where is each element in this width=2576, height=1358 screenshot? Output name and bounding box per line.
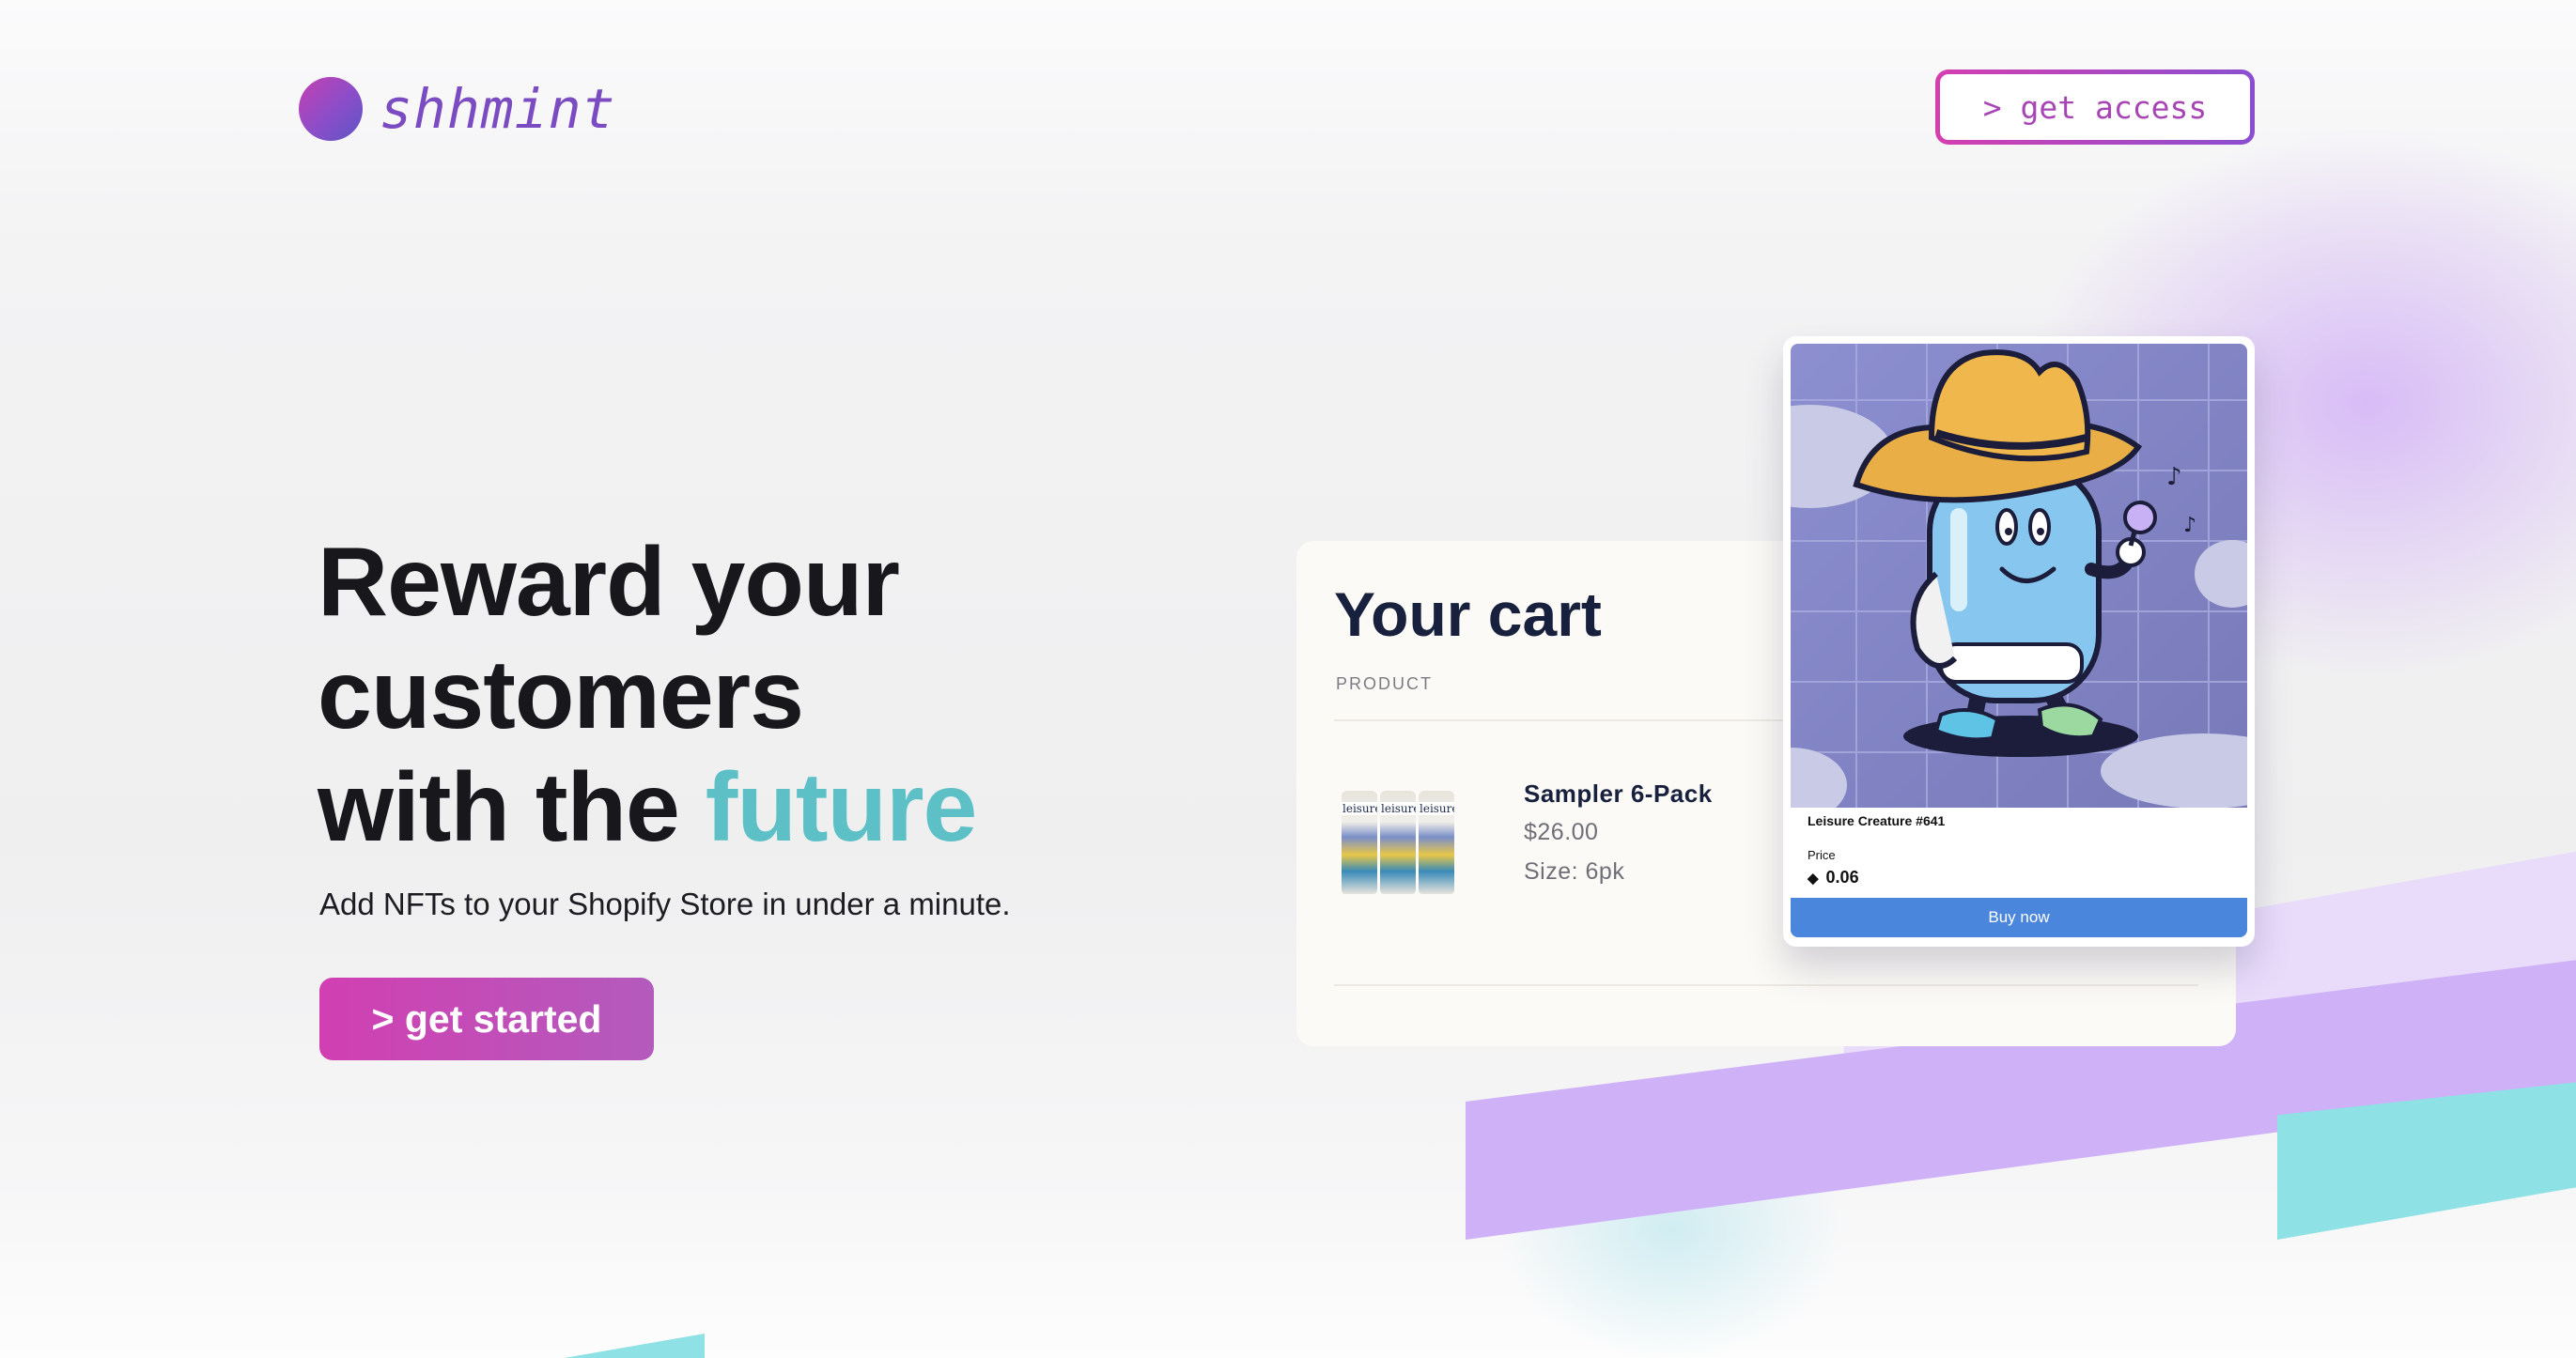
brand-name: shhmint bbox=[380, 77, 616, 141]
cart-item-size: Size: 6pk bbox=[1524, 858, 1625, 885]
cowboy-can-character-image: ♪ ♪ bbox=[1791, 344, 2247, 808]
can-icon bbox=[1380, 791, 1416, 894]
cart-item-name[interactable]: Sampler 6-Pack bbox=[1524, 779, 1713, 809]
hero-subtitle: Add NFTs to your Shopify Store in under … bbox=[319, 887, 1011, 921]
cart-column-header: PRODUCT bbox=[1336, 674, 1433, 693]
brand-logo[interactable]: shhmint bbox=[299, 77, 615, 141]
beer-cans-image bbox=[1342, 791, 1454, 894]
hero-title: Reward your customers with the future bbox=[318, 526, 978, 864]
svg-text:♪: ♪ bbox=[2166, 463, 2182, 491]
nft-price-value: 0.06 bbox=[1825, 868, 1859, 887]
can-icon bbox=[1342, 791, 1377, 894]
ethereum-icon: ◆ bbox=[1808, 870, 1819, 887]
cart-item-price: $26.00 bbox=[1524, 819, 1599, 845]
hero-title-line1: Reward your bbox=[318, 528, 900, 637]
buy-now-button[interactable]: Buy now bbox=[1791, 898, 2247, 937]
nft-name: Leisure Creature #641 bbox=[1808, 813, 1946, 828]
divider bbox=[1334, 984, 2198, 986]
hero-title-accent: future bbox=[705, 753, 978, 862]
hero-title-line3: with the bbox=[318, 753, 706, 862]
get-started-button[interactable]: > get started bbox=[319, 978, 654, 1060]
can-icon bbox=[1419, 791, 1454, 894]
svg-text:♪: ♪ bbox=[2183, 514, 2196, 537]
nft-price-label: Price bbox=[1808, 848, 1836, 862]
decorative-stripe bbox=[489, 1334, 705, 1358]
nft-card: ♪ ♪ Leisure Creature #641 Price ◆ 0.06 B… bbox=[1783, 336, 2255, 947]
nft-price: ◆ 0.06 bbox=[1808, 868, 1859, 887]
logo-circle-icon bbox=[299, 77, 363, 141]
get-access-button[interactable]: > get access bbox=[1935, 69, 2255, 145]
cart-title: Your cart bbox=[1334, 579, 1602, 649]
hero-title-line2: customers bbox=[318, 640, 804, 749]
get-access-label: > get access bbox=[1940, 74, 2250, 140]
